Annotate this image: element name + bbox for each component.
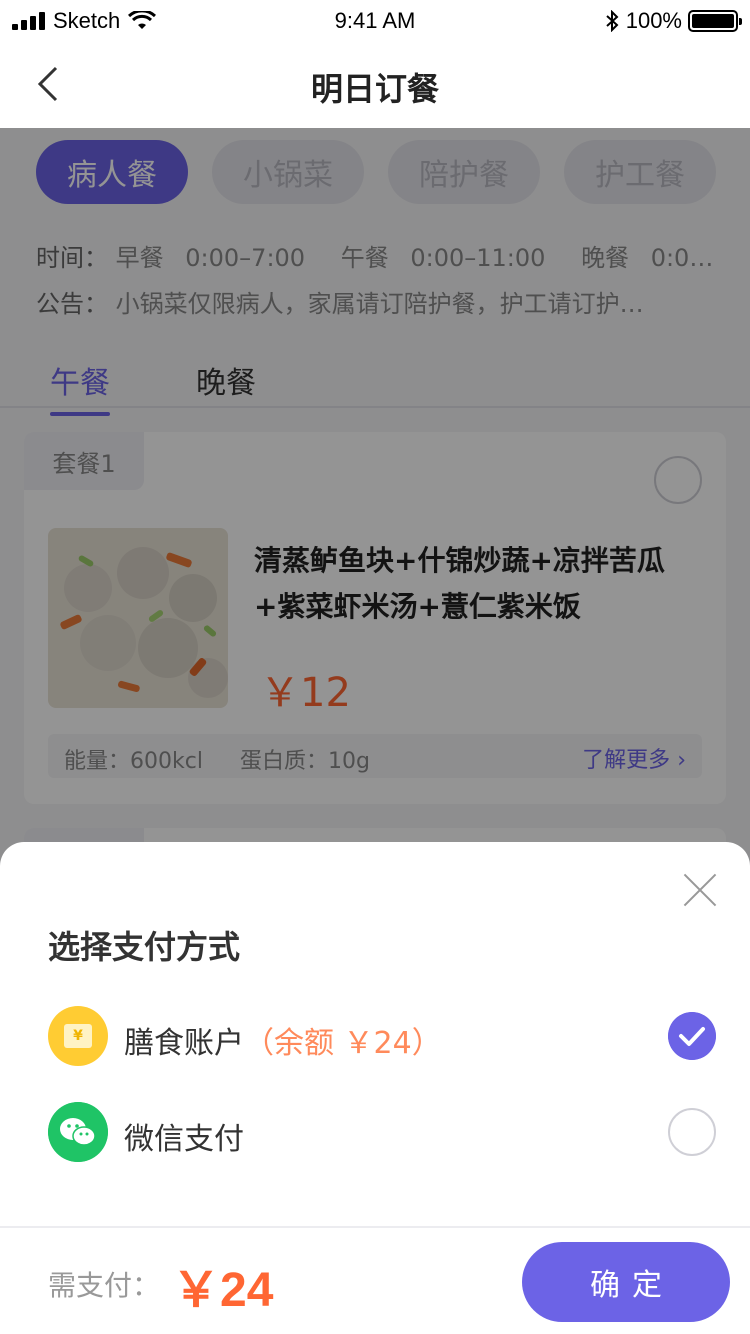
status-right: 100%: [604, 8, 742, 34]
pay-bar: 需支付： ￥24 确定: [0, 1226, 750, 1334]
page-title: 明日订餐: [310, 70, 439, 108]
battery-icon: [688, 10, 742, 32]
wechat-radio[interactable]: [668, 1108, 716, 1156]
account-balance: （余额 ￥24）: [244, 1026, 442, 1061]
payment-option-account[interactable]: ¥ 膳食账户（余额 ￥24）: [48, 1006, 718, 1070]
amount-due-label: 需支付：: [48, 1269, 161, 1302]
confirm-button[interactable]: 确定: [522, 1242, 730, 1322]
status-bar: Sketch 9:41 AM 100%: [0, 0, 750, 40]
close-icon[interactable]: [682, 872, 718, 908]
check-icon[interactable]: [668, 1012, 716, 1060]
wechat-label: 微信支付: [124, 1122, 244, 1157]
payment-sheet-title: 选择支付方式: [48, 928, 241, 966]
amount-due: ￥24: [172, 1264, 274, 1317]
account-card-icon: ¥: [48, 1006, 108, 1066]
payment-option-label: 膳食账户（余额 ￥24）: [124, 1018, 442, 1062]
nav-bar: 明日订餐: [0, 40, 750, 128]
wechat-icon: [48, 1102, 108, 1162]
payment-option-wechat[interactable]: 微信支付: [48, 1102, 718, 1166]
account-label: 膳食账户: [124, 1026, 244, 1061]
bluetooth-icon: [606, 10, 619, 32]
battery-percent: 100%: [625, 8, 682, 33]
